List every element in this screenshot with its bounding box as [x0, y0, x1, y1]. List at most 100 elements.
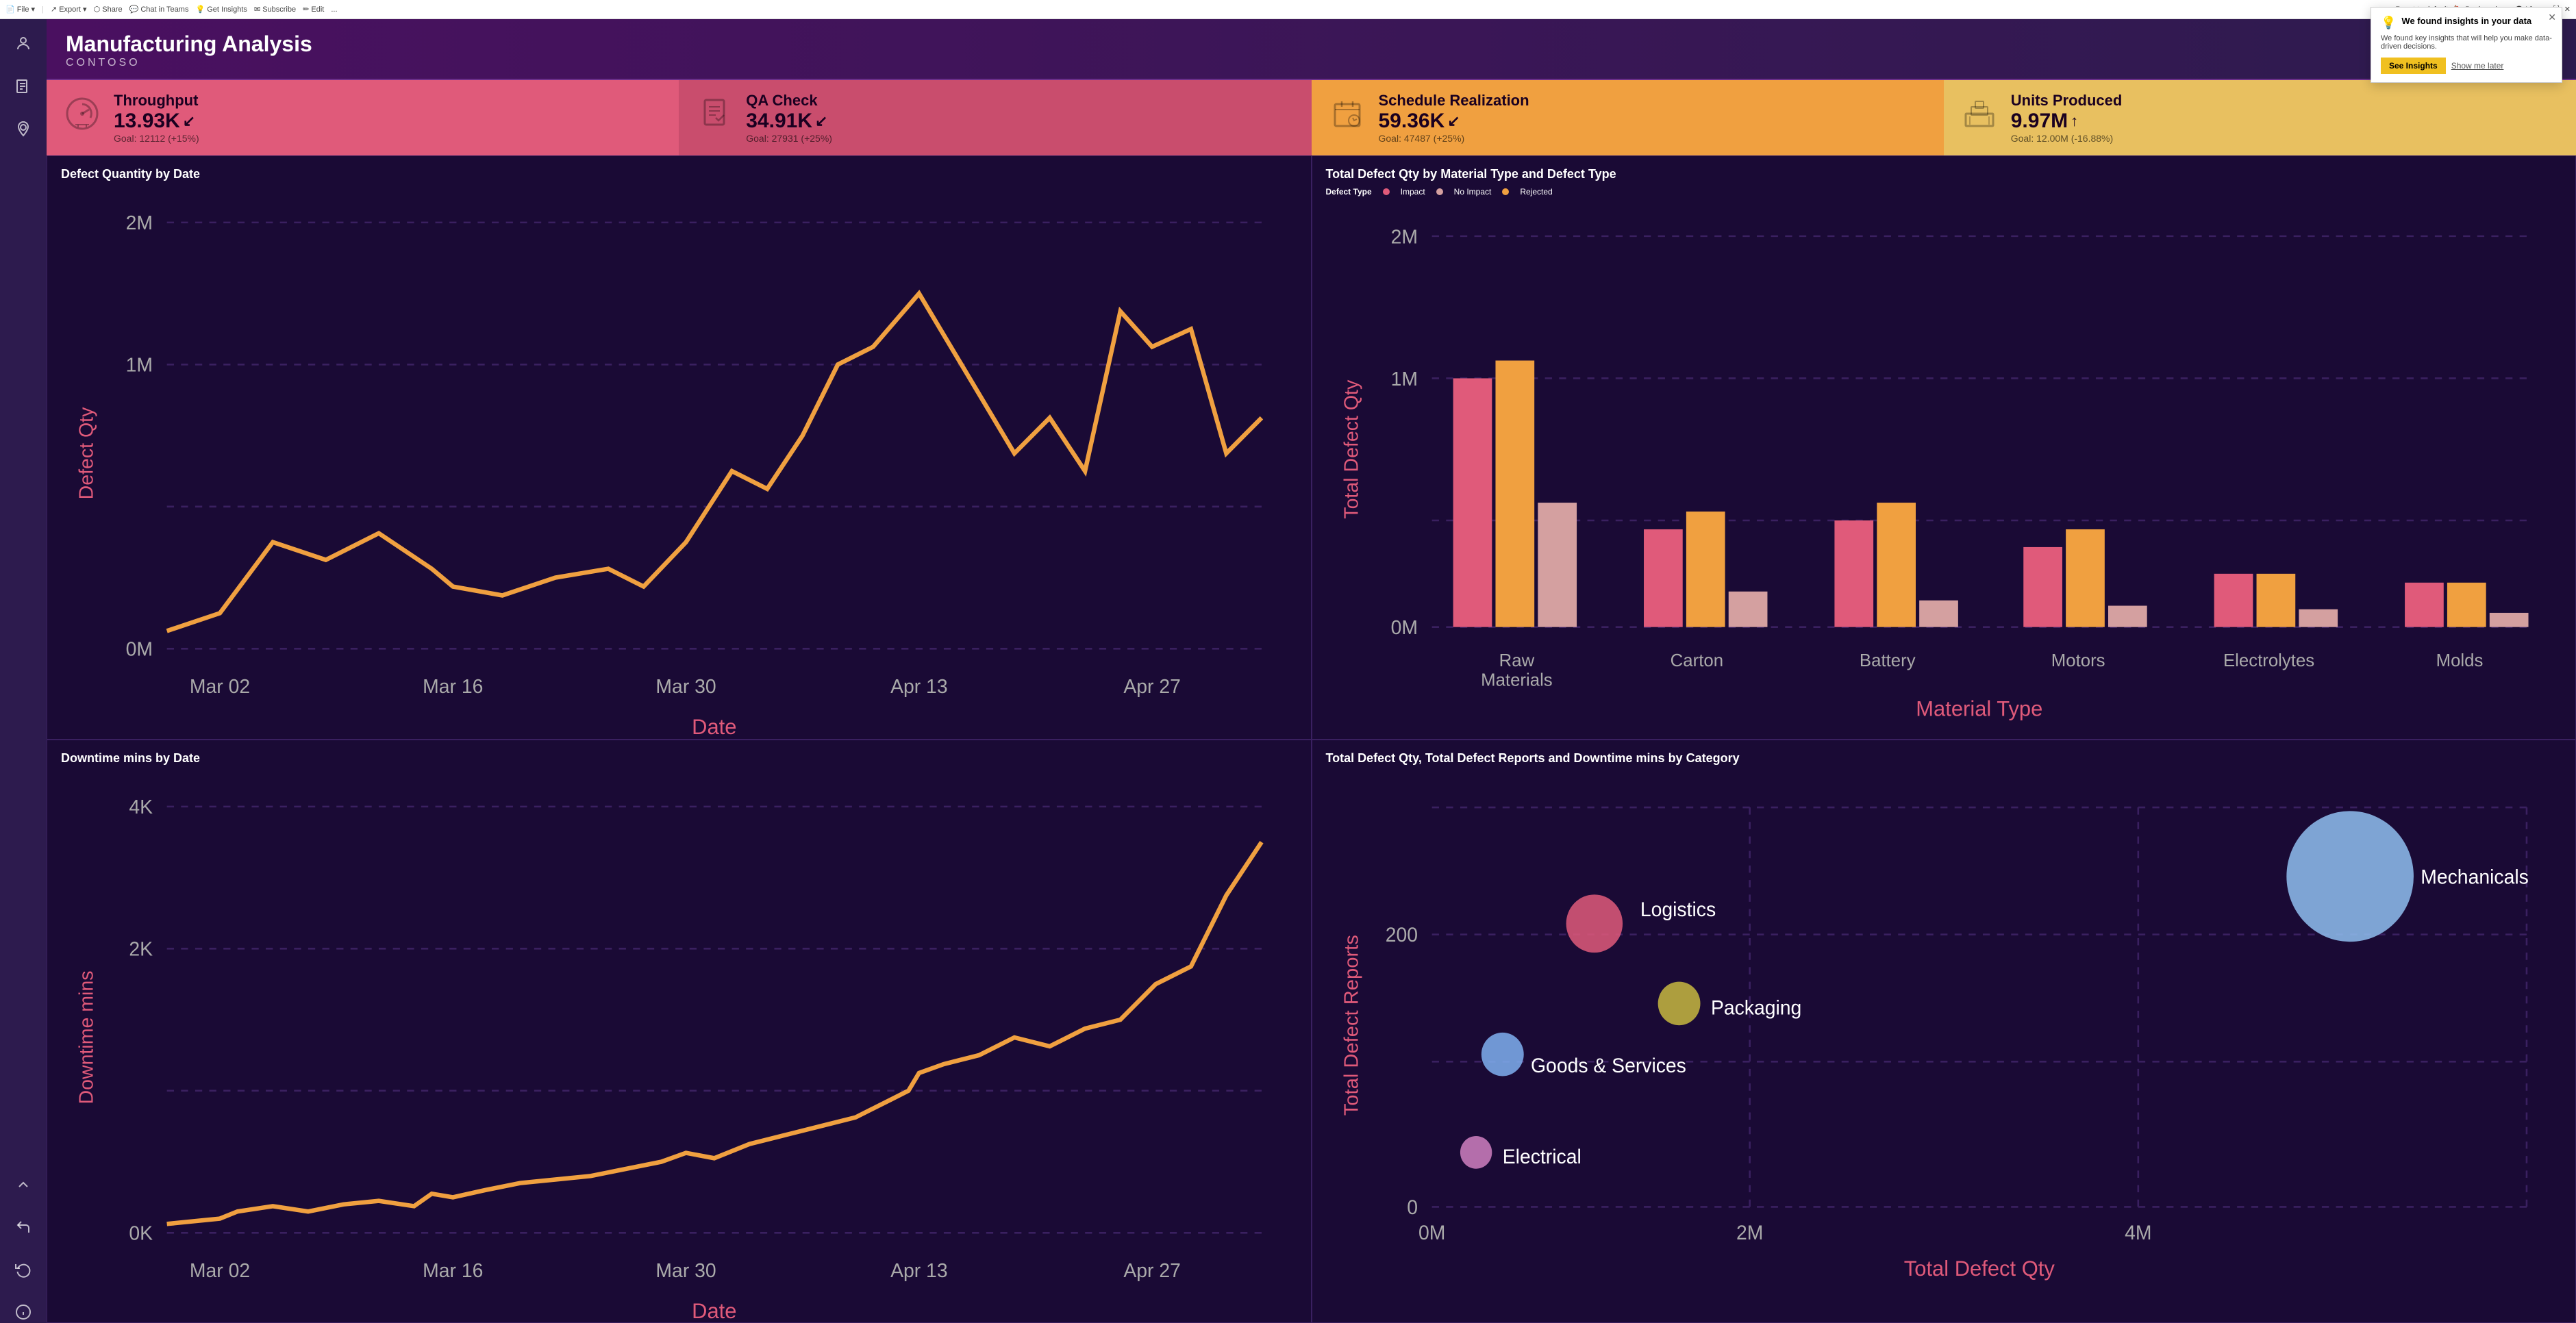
chart2-legend: Defect Type Impact No Impact Rejected: [1326, 187, 2562, 197]
svg-text:Apr 27: Apr 27: [1123, 676, 1181, 698]
svg-text:Apr 13: Apr 13: [890, 676, 948, 698]
sidebar: [0, 19, 47, 1323]
units-value: 9.97M ↑: [2011, 110, 2123, 133]
units-arrow: ↑: [2071, 112, 2078, 130]
svg-text:Battery: Battery: [1859, 651, 1915, 670]
notif-title: We found insights in your data: [2401, 16, 2531, 26]
sidebar-info-icon[interactable]: [12, 1301, 34, 1323]
report-title: Manufacturing Analysis: [66, 32, 2557, 57]
throughput-goal: Goal: 12112 (+15%): [114, 133, 199, 144]
svg-text:2M: 2M: [1736, 1222, 1762, 1244]
kpi-units[interactable]: Units Produced 9.97M ↑ Goal: 12.00M (-16…: [1944, 80, 2576, 155]
svg-text:Apr 13: Apr 13: [890, 1260, 948, 1282]
kpi-qa-check[interactable]: QA Check 34.91K ↙ Goal: 27931 (+25%): [679, 80, 1311, 155]
svg-text:4M: 4M: [2125, 1222, 2151, 1244]
svg-text:Carton: Carton: [1670, 651, 1723, 670]
edit-btn[interactable]: ✏ Edit: [303, 5, 324, 14]
svg-text:0M: 0M: [126, 639, 153, 661]
show-me-later-button[interactable]: Show me later: [2451, 61, 2504, 71]
throughput-content: Throughput 13.93K ↙ Goal: 12112 (+15%): [114, 92, 199, 144]
svg-text:0K: 0K: [129, 1222, 153, 1244]
svg-text:Mar 16: Mar 16: [423, 1260, 483, 1282]
close-btn[interactable]: ✕: [2564, 5, 2571, 14]
chart2-title: Total Defect Qty by Material Type and De…: [1326, 167, 2562, 181]
legend-impact-dot: [1383, 188, 1390, 195]
svg-text:Mar 30: Mar 30: [655, 1260, 716, 1282]
svg-text:Goods & Services: Goods & Services: [1531, 1055, 1686, 1076]
svg-text:Defect Qty: Defect Qty: [75, 407, 97, 500]
sidebar-location-icon[interactable]: [12, 118, 34, 140]
qa-goal: Goal: 27931 (+25%): [746, 133, 832, 144]
schedule-label: Schedule Realization: [1379, 92, 1529, 110]
sidebar-edit-icon[interactable]: [12, 75, 34, 97]
chat-teams-btn[interactable]: 💬 Chat in Teams: [129, 5, 189, 14]
svg-text:Total Defect Qty: Total Defect Qty: [1340, 379, 1362, 519]
qa-icon: [695, 94, 734, 142]
units-icon: [1960, 94, 1999, 142]
chart-defect-qty-by-date: Defect Quantity by Date 2M 1M 0M Defect …: [47, 155, 1312, 740]
svg-text:Logistics: Logistics: [1640, 898, 1715, 920]
notif-body: We found key insights that will help you…: [2381, 34, 2552, 51]
sidebar-back-icon[interactable]: [12, 1216, 34, 1238]
kpi-throughput[interactable]: Throughput 13.93K ↙ Goal: 12112 (+15%): [47, 80, 679, 155]
svg-text:4K: 4K: [129, 796, 153, 818]
more-btn[interactable]: ...: [331, 5, 337, 14]
share-btn[interactable]: ⬡ Share: [94, 5, 123, 14]
svg-text:Electrolytes: Electrolytes: [2223, 651, 2314, 670]
throughput-arrow: ↙: [183, 112, 195, 130]
chart3-container: 4K 2K 0K Downtime mins Mar 02 Mar 16 Mar…: [61, 771, 1297, 1323]
svg-text:Mechanicals: Mechanicals: [2421, 866, 2529, 888]
kpi-row: Throughput 13.93K ↙ Goal: 12112 (+15%) Q…: [47, 80, 2576, 155]
legend-noimpact-label: No Impact: [1454, 187, 1492, 197]
qa-arrow: ↙: [815, 112, 827, 130]
sidebar-person-icon[interactable]: [12, 33, 34, 55]
svg-text:Total Defect Reports: Total Defect Reports: [1340, 935, 1362, 1116]
see-insights-button[interactable]: See Insights: [2381, 58, 2446, 74]
units-content: Units Produced 9.97M ↑ Goal: 12.00M (-16…: [2011, 92, 2123, 144]
schedule-goal: Goal: 47487 (+25%): [1379, 133, 1529, 144]
svg-text:0M: 0M: [1390, 617, 1417, 639]
chart3-title: Downtime mins by Date: [61, 751, 1297, 766]
content-area: Manufacturing Analysis CONTOSO Throughpu…: [47, 19, 2576, 1323]
top-bar-left: 📄 File ▾ | ↗ Export ▾ ⬡ Share 💬 Chat in …: [5, 5, 2387, 14]
qa-content: QA Check 34.91K ↙ Goal: 27931 (+25%): [746, 92, 832, 144]
svg-text:Molds: Molds: [2436, 651, 2483, 670]
svg-text:Material Type: Material Type: [1916, 696, 2042, 720]
throughput-value: 13.93K ↙: [114, 110, 199, 133]
chart-defect-by-material: Total Defect Qty by Material Type and De…: [1312, 155, 2576, 740]
svg-text:Apr 27: Apr 27: [1123, 1260, 1181, 1282]
svg-text:Mar 16: Mar 16: [423, 676, 483, 698]
file-menu[interactable]: 📄 File ▾: [5, 5, 35, 14]
schedule-content: Schedule Realization 59.36K ↙ Goal: 4748…: [1379, 92, 1529, 144]
notification-icon: 💡: [2381, 16, 2396, 30]
svg-text:Packaging: Packaging: [1710, 996, 1801, 1018]
chart-downtime-by-date: Downtime mins by Date 4K 2K 0K Downtime …: [47, 740, 1312, 1323]
qa-value: 34.91K ↙: [746, 110, 832, 133]
legend-label: Defect Type: [1326, 187, 1372, 197]
svg-text:Mar 02: Mar 02: [190, 676, 250, 698]
schedule-arrow: ↙: [1447, 112, 1460, 130]
export-btn[interactable]: ↗ Export ▾: [51, 5, 87, 14]
svg-text:2M: 2M: [126, 212, 153, 234]
kpi-schedule[interactable]: Schedule Realization 59.36K ↙ Goal: 4748…: [1312, 80, 1944, 155]
svg-text:0: 0: [1407, 1196, 1418, 1218]
legend-noimpact-dot: [1436, 188, 1443, 195]
svg-text:0M: 0M: [1418, 1222, 1445, 1244]
notification-close-btn[interactable]: ✕: [2548, 12, 2556, 23]
svg-text:200: 200: [1385, 924, 1417, 946]
svg-text:Raw: Raw: [1499, 651, 1534, 670]
charts-area: Defect Quantity by Date 2M 1M 0M Defect …: [47, 155, 2576, 1323]
notification-popup: ✕ 💡 We found insights in your data We fo…: [2371, 7, 2562, 83]
svg-text:Date: Date: [692, 1298, 736, 1322]
chart1-title: Defect Quantity by Date: [61, 167, 1297, 181]
get-insights-btn[interactable]: 💡 Get Insights: [195, 5, 247, 14]
svg-text:Date: Date: [692, 715, 736, 739]
units-label: Units Produced: [2011, 92, 2123, 110]
chart1-container: 2M 1M 0M Defect Qty Mar 02 Mar 16 Mar 30…: [61, 187, 1297, 740]
svg-text:2M: 2M: [1390, 226, 1417, 248]
sidebar-chevron-up-icon[interactable]: [12, 1174, 34, 1196]
sidebar-undo-icon[interactable]: [12, 1259, 34, 1281]
chart-scatter: Total Defect Qty, Total Defect Reports a…: [1312, 740, 2576, 1323]
top-bar: 📄 File ▾ | ↗ Export ▾ ⬡ Share 💬 Chat in …: [0, 0, 2576, 19]
subscribe-btn[interactable]: ✉ Subscribe: [254, 5, 296, 14]
